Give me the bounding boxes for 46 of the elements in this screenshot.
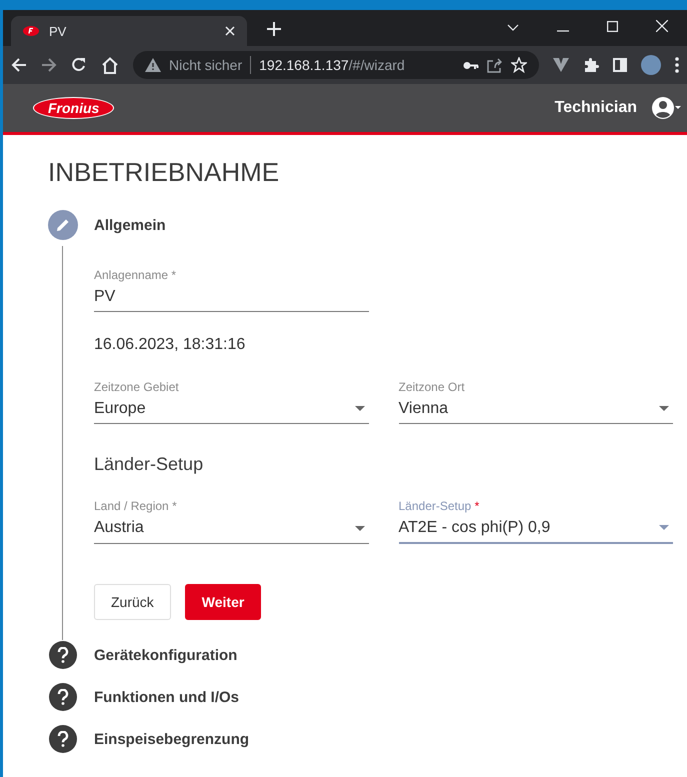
maximize-icon[interactable] [607,21,618,32]
star-icon[interactable] [511,57,527,73]
browser-tab[interactable]: PV [11,16,247,46]
dropdown-caret-icon[interactable] [354,526,364,531]
security-label: Nicht sicher [169,57,242,73]
back-button[interactable]: Zurück [94,584,171,620]
minimize-icon[interactable] [557,30,569,32]
tab-title: PV [49,24,68,38]
step-title[interactable]: Allgemein [94,216,166,234]
step-title[interactable]: Funktionen und I/Os [94,688,239,706]
timezone-select[interactable]: Zeitzone Gebiet Europe [94,380,368,424]
date-time: 16.06.2023, 18:31:16 [94,336,246,354]
key-icon[interactable] [463,60,479,70]
section-heading: Länder-Setup [94,454,204,475]
name-input[interactable]: Anlagenname * PV [94,268,369,312]
user-role: Technician [554,99,637,117]
more-icon[interactable] [675,57,679,73]
timezone-select[interactable]: Zeitzone Ort Vienna [398,380,673,424]
step-title[interactable]: Einspeisebegrenzung [94,730,250,748]
share-icon[interactable] [487,58,503,72]
address-bar[interactable]: Nicht sicher 192.168.1.137/#/wizard [133,51,539,79]
profile-avatar[interactable] [641,55,661,75]
home-icon[interactable] [101,56,119,74]
plus-icon[interactable] [267,22,281,36]
back-arrow-icon[interactable] [11,58,27,72]
country-select[interactable]: Land / Region * Austria [94,499,368,544]
reload-icon[interactable] [71,57,87,73]
next-button[interactable]: Weiter [184,584,262,620]
side-panel-icon[interactable] [613,58,627,72]
url-text: 192.168.1.137/#/wizard [259,57,405,73]
dropdown-caret-icon[interactable] [659,406,669,411]
page-title: INBETRIEBNAHME [48,157,280,188]
forward-arrow-icon[interactable] [41,58,57,72]
close-icon[interactable] [656,20,668,32]
country-select[interactable]: Länder-Setup * AT2E - cos phi(P) 0,9 [398,499,673,544]
account-icon[interactable] [651,96,681,120]
dropdown-caret-icon[interactable] [354,406,364,411]
dropdown-caret-icon[interactable] [659,525,669,530]
step-title[interactable]: Gerätekonfiguration [94,646,238,664]
warning-icon [145,58,161,72]
logo-icon [23,26,39,36]
close-icon[interactable] [225,26,235,36]
brand-logo[interactable]: Fronius [33,97,114,119]
chevron-down-icon[interactable] [507,24,519,32]
extension-v-icon[interactable] [553,58,569,72]
puzzle-icon[interactable] [583,57,599,73]
